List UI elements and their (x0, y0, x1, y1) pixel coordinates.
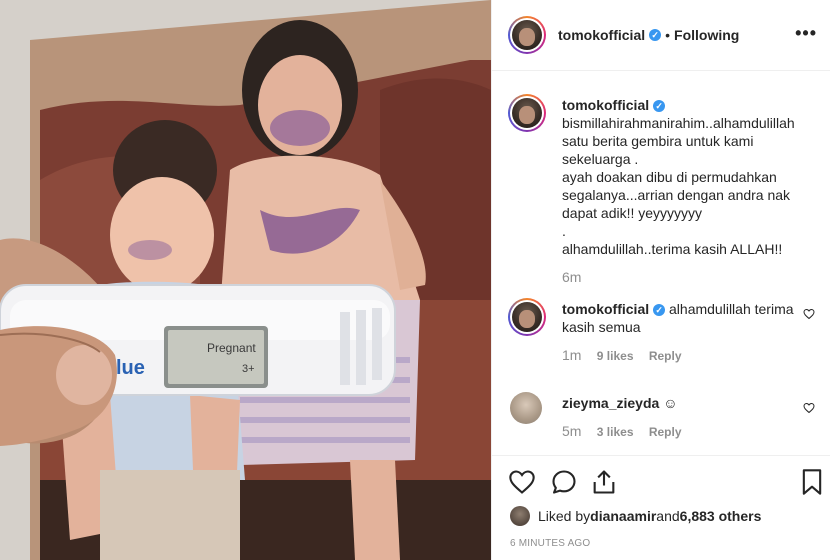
liked-by: Liked by dianaamir and 6,883 others (510, 506, 761, 526)
action-bar: Liked by dianaamir and 6,883 others 6 MI… (492, 455, 830, 560)
photo-illustration: Pregnant 3+ lue (0, 0, 491, 560)
caption-username[interactable]: tomokofficial (562, 97, 649, 113)
caption-line: dapat adik!! yeyyyyyyy (562, 205, 703, 221)
verified-icon: ✓ (653, 100, 666, 112)
caption-line: . (562, 223, 566, 239)
comment-username[interactable]: tomokofficial (562, 301, 649, 317)
comment-age[interactable]: 5m (562, 423, 581, 439)
comment-avatar[interactable] (508, 298, 546, 336)
test-screen-pregnant: Pregnant (207, 341, 256, 355)
comments-list[interactable]: tomokofficial ✓ bismillahirahmanirahim..a… (492, 72, 830, 455)
author-avatar[interactable] (508, 16, 546, 54)
liker-avatar[interactable] (510, 506, 530, 526)
comment-likes[interactable]: 3 likes (597, 425, 634, 439)
comment-text: ☺ (663, 395, 678, 411)
test-brand-text: lue (116, 357, 145, 379)
share-icon[interactable] (590, 468, 618, 496)
comment-like-heart-icon[interactable] (803, 308, 815, 320)
following-button[interactable]: Following (674, 27, 739, 43)
caption-avatar[interactable] (508, 94, 546, 132)
heart-icon[interactable] (508, 468, 536, 496)
more-options-icon[interactable]: ••• (795, 24, 817, 42)
bookmark-icon[interactable] (798, 468, 826, 496)
reply-button[interactable]: Reply (649, 425, 682, 439)
comment-username[interactable]: zieyma_zieyda (562, 395, 659, 411)
liked-by-prefix: Liked by (538, 508, 591, 524)
author-username[interactable]: tomokofficial (558, 27, 645, 43)
comment-likes[interactable]: 9 likes (597, 349, 634, 363)
liked-by-and: and (656, 508, 680, 524)
test-screen-weeks: 3+ (242, 363, 255, 375)
caption-line: sekeluarga . (562, 151, 639, 167)
post-header: tomokofficial ✓ • Following ••• (492, 0, 830, 71)
verified-icon: ✓ (649, 29, 662, 41)
caption-line: bismillahirahmanirahim..alhamdulillah (562, 115, 795, 131)
caption-line: segalanya...arrian dengan andra nak (562, 187, 791, 203)
post-photo[interactable]: Pregnant 3+ lue (0, 0, 491, 560)
caption-line: alhamdulillah..terima kasih ALLAH!! (562, 241, 783, 257)
post-timestamp[interactable]: 6 MINUTES AGO (510, 538, 590, 549)
comment-icon[interactable] (550, 468, 578, 496)
comment-avatar[interactable] (510, 392, 542, 424)
post-panel: tomokofficial ✓ • Following ••• tomokoff… (491, 0, 830, 560)
verified-icon: ✓ (653, 304, 666, 316)
comment-like-heart-icon[interactable] (803, 402, 815, 414)
comment-age[interactable]: 1m (562, 347, 581, 363)
caption-age[interactable]: 6m (562, 269, 581, 285)
reply-button[interactable]: Reply (649, 349, 682, 363)
caption-line: ayah doakan dibu di permudahkan (562, 169, 777, 185)
likes-count[interactable]: 6,883 others (680, 508, 762, 524)
header-separator: • (665, 27, 671, 43)
caption-line: satu berita gembira untuk kami (562, 133, 754, 149)
liked-by-user[interactable]: dianaamir (590, 508, 656, 524)
